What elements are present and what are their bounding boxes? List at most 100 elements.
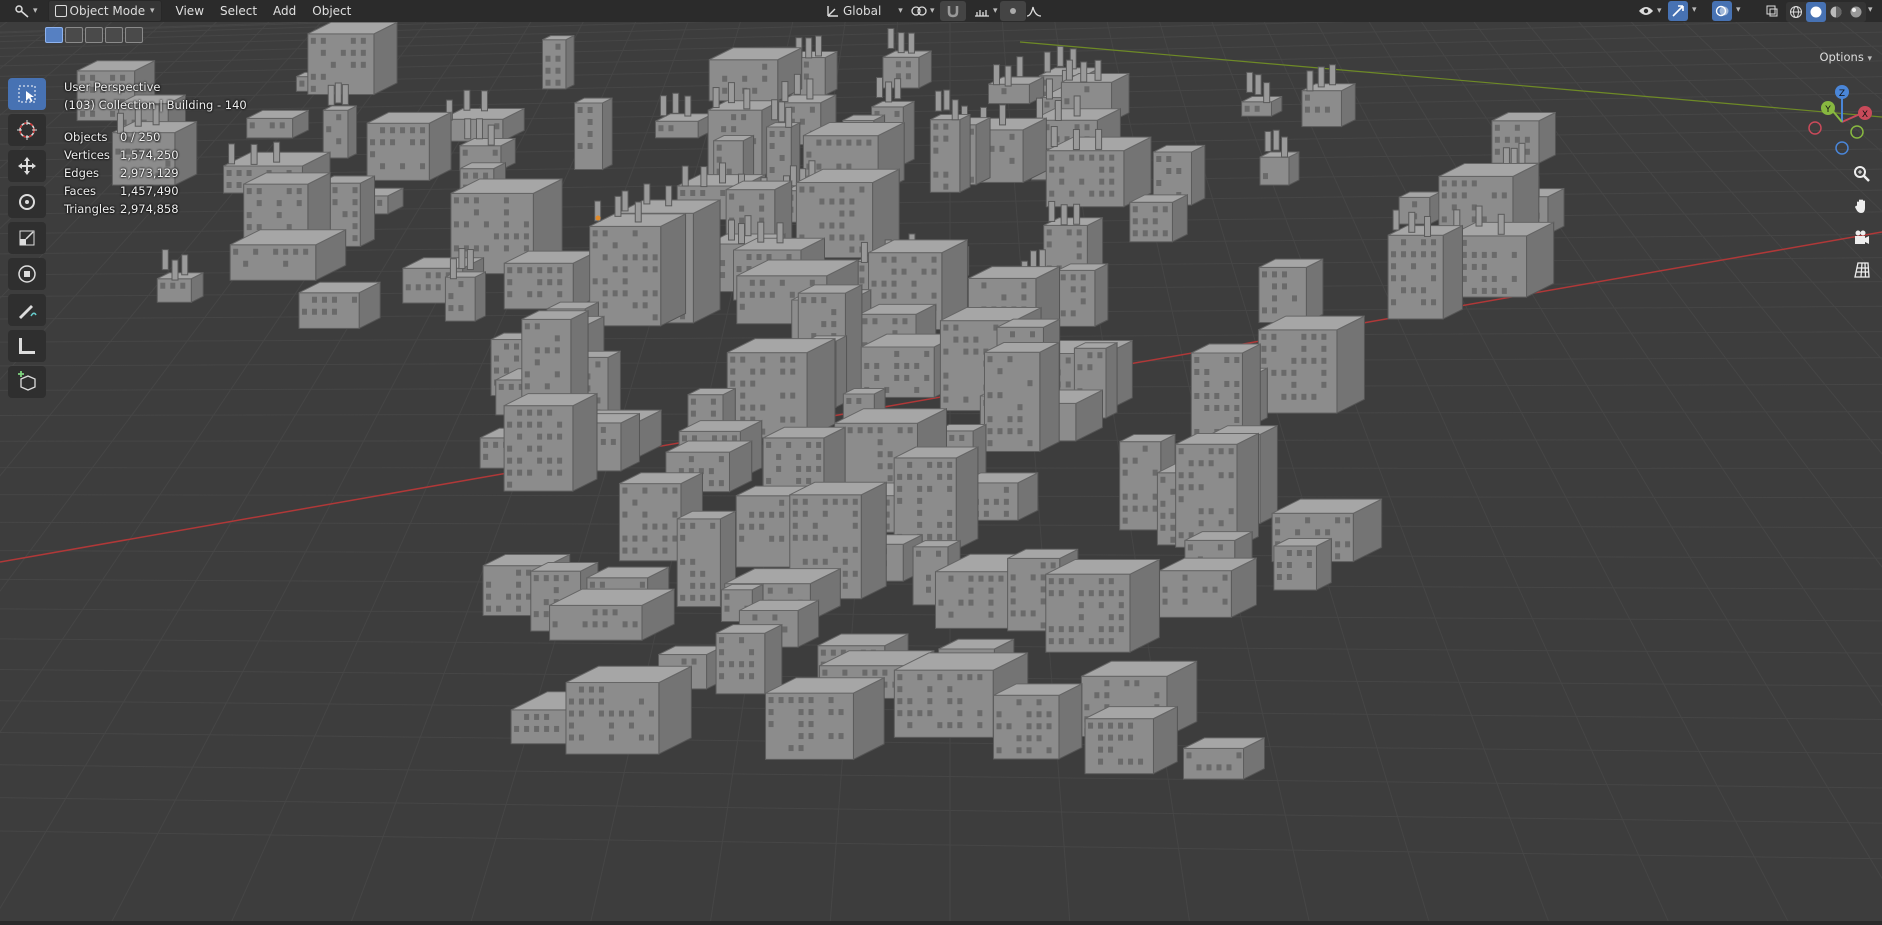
xray-toggle[interactable]	[1762, 1, 1782, 21]
select-extend-button[interactable]	[65, 27, 83, 43]
building-mesh[interactable]	[1159, 557, 1257, 619]
measure-tool[interactable]	[8, 330, 46, 362]
building-window	[1128, 758, 1134, 765]
building-mesh[interactable]	[549, 588, 675, 642]
rendered-shading-button[interactable]	[1846, 2, 1866, 22]
building-mesh[interactable]	[1175, 432, 1259, 549]
menu-view[interactable]: View	[168, 4, 212, 18]
building-mesh[interactable]	[929, 89, 971, 194]
overlay-toggle[interactable]	[1712, 1, 1732, 21]
camera-view-button[interactable]	[1850, 226, 1874, 250]
magnet-icon	[947, 6, 959, 18]
zoom-button[interactable]	[1850, 162, 1874, 186]
material-shading-button[interactable]	[1826, 2, 1846, 22]
building-window	[1084, 124, 1090, 131]
gizmo-neg-y[interactable]	[1850, 125, 1864, 139]
select-subtract-button[interactable]	[85, 27, 103, 43]
pan-button[interactable]	[1850, 194, 1874, 218]
options-dropdown[interactable]: Options ▾	[1813, 48, 1878, 66]
select-box-tool[interactable]	[8, 78, 46, 110]
building-window	[690, 582, 696, 589]
building-mesh[interactable]	[993, 683, 1083, 760]
building-window	[1216, 764, 1222, 771]
select-new-button[interactable]	[45, 27, 63, 43]
building-window	[533, 611, 539, 618]
scale-tool[interactable]	[8, 222, 46, 254]
building-mesh[interactable]	[1387, 209, 1463, 320]
building-mesh[interactable]	[765, 676, 885, 761]
building-mesh[interactable]	[574, 97, 613, 171]
solid-shading-button[interactable]	[1806, 2, 1826, 22]
building-window	[720, 260, 726, 267]
ortho-toggle-button[interactable]	[1850, 258, 1874, 282]
building-mesh[interactable]	[307, 22, 398, 96]
building-mesh[interactable]	[715, 623, 783, 695]
building-mesh[interactable]	[1398, 191, 1441, 225]
snap-target-selector[interactable]: ▾	[968, 1, 1004, 21]
building-mesh[interactable]	[1257, 315, 1365, 414]
mode-selector[interactable]: Object Mode ▾	[47, 0, 162, 22]
building-mesh[interactable]	[1258, 258, 1324, 324]
menu-add[interactable]: Add	[265, 4, 304, 18]
gizmo-neg-z[interactable]	[1835, 141, 1849, 155]
building-mesh[interactable]	[229, 228, 347, 282]
building-mesh[interactable]	[541, 34, 575, 90]
building-mesh[interactable]	[503, 250, 598, 310]
building-collection[interactable]	[76, 22, 1565, 780]
building-mesh[interactable]	[1045, 558, 1160, 654]
select-intersect-button[interactable]	[125, 27, 143, 43]
chimney	[643, 183, 651, 205]
gizmo-neg-x[interactable]	[1808, 121, 1822, 135]
annotate-tool[interactable]	[8, 294, 46, 326]
building-mesh[interactable]	[882, 27, 932, 89]
snap-toggle[interactable]	[940, 1, 966, 21]
building-window	[1494, 136, 1500, 143]
cursor-tool[interactable]	[8, 114, 46, 146]
orientation-selector[interactable]: Global ▾	[820, 1, 909, 21]
building-mesh[interactable]	[246, 109, 310, 139]
building-mesh[interactable]	[1241, 71, 1283, 117]
building-mesh[interactable]	[893, 446, 979, 551]
scene-canvas[interactable]	[0, 22, 1882, 925]
menu-object[interactable]: Object	[304, 4, 359, 18]
visibility-selector[interactable]: ▾	[1632, 1, 1668, 21]
building-mesh[interactable]	[1259, 129, 1300, 186]
building-window	[1218, 520, 1224, 527]
building-mesh[interactable]	[503, 392, 598, 492]
orientation-label: Global	[843, 4, 882, 18]
chevron-down-icon[interactable]: ▾	[1692, 5, 1697, 15]
editor-type-menu[interactable]: ▾	[8, 1, 44, 21]
building-mesh[interactable]	[1084, 705, 1178, 775]
navigation-gizmo[interactable]: Z X Y	[1802, 78, 1882, 164]
building-mesh[interactable]	[987, 56, 1045, 105]
building-mesh[interactable]	[1129, 194, 1188, 243]
building-window	[926, 586, 932, 593]
building-mesh[interactable]	[1057, 263, 1109, 328]
chevron-down-icon[interactable]: ▾	[1736, 5, 1741, 15]
gizmo-toggle[interactable]	[1668, 1, 1688, 21]
building-mesh[interactable]	[983, 341, 1060, 453]
building-window	[1178, 496, 1184, 503]
move-tool[interactable]	[8, 150, 46, 182]
falloff-selector[interactable]	[1020, 1, 1048, 21]
building-window	[492, 149, 498, 156]
building-mesh[interactable]	[589, 195, 687, 327]
pivot-point-selector[interactable]: ▾	[905, 1, 941, 21]
building-window	[276, 200, 282, 207]
transform-tool[interactable]	[8, 258, 46, 290]
wireframe-shading-button[interactable]	[1786, 2, 1806, 22]
building-mesh[interactable]	[366, 111, 452, 182]
chimney	[665, 185, 673, 207]
building-mesh[interactable]	[565, 665, 692, 755]
menu-select[interactable]: Select	[212, 4, 265, 18]
building-mesh[interactable]	[1182, 737, 1266, 780]
chevron-down-icon[interactable]: ▾	[1868, 5, 1873, 15]
building-mesh[interactable]	[1301, 64, 1356, 128]
select-invert-button[interactable]	[105, 27, 123, 43]
building-mesh[interactable]	[1273, 537, 1332, 591]
building-mesh[interactable]	[298, 281, 381, 330]
add-cube-tool[interactable]	[8, 366, 46, 398]
building-window	[1068, 638, 1074, 645]
3d-viewport[interactable]: User Perspective (103) Collection | Buil…	[0, 22, 1882, 925]
rotate-tool[interactable]	[8, 186, 46, 218]
